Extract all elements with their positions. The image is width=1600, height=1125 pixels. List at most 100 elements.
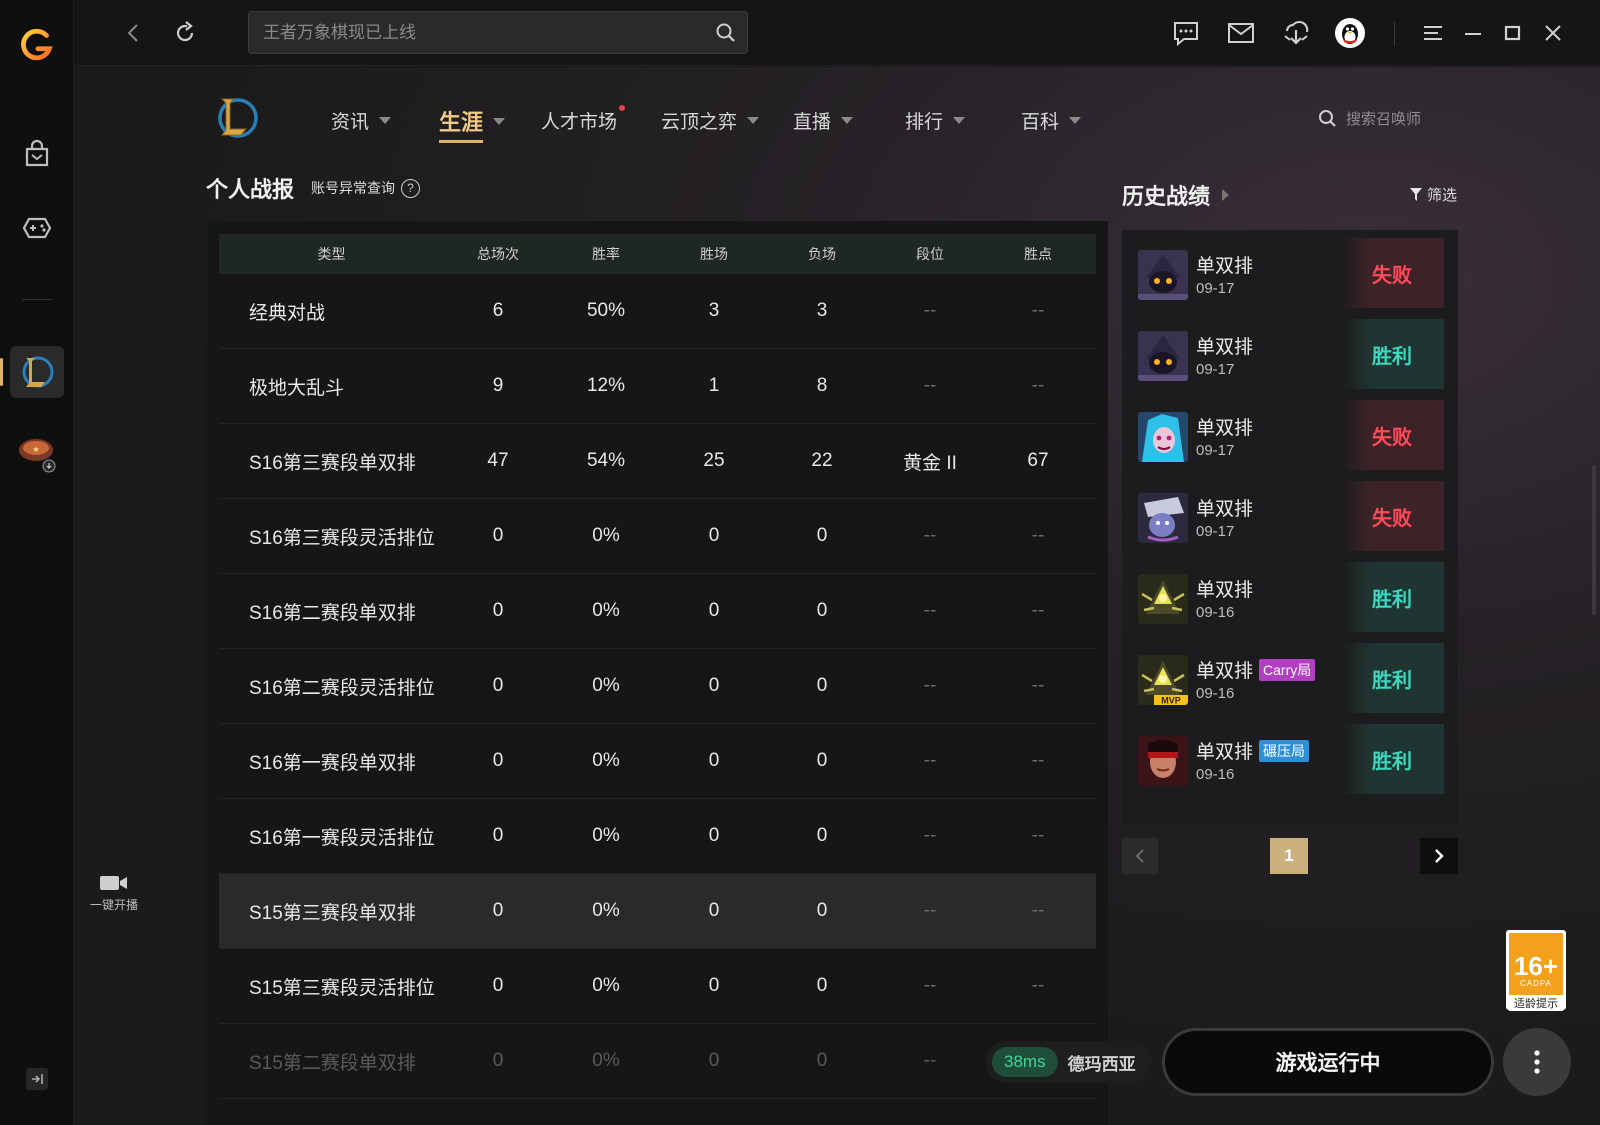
table-cell: 0 <box>708 975 720 996</box>
match-mode-label: 单双排 <box>1196 742 1254 763</box>
table-row[interactable]: S15第三赛段单双排 0 0% 0 0 -- -- <box>219 874 1096 949</box>
match-result: 失败 <box>1340 238 1444 308</box>
stats-title: 个人战报 <box>206 177 295 202</box>
table-cell: 0% <box>592 825 620 846</box>
table-row[interactable]: S15第二赛段单双排00%00---- <box>219 1024 1096 1099</box>
table-cell: 12% <box>586 375 626 396</box>
history-list: 单双排 09-17 失败 单双排 09-17 胜利 单双排 09-17 失败 单双排 09-17 失败… <box>1122 230 1458 823</box>
more-options-button[interactable] <box>1503 1028 1571 1096</box>
table-cell: -- <box>923 300 937 321</box>
tab-ranking[interactable]: 排行 <box>905 107 966 134</box>
close-icon[interactable] <box>1537 17 1569 49</box>
svg-text:★: ★ <box>32 445 39 454</box>
search-box[interactable] <box>248 11 748 54</box>
match-result: 失败 <box>1340 481 1444 551</box>
table-cell: 47 <box>487 450 509 471</box>
table-cell: -- <box>1031 600 1045 621</box>
table-row[interactable]: 极地大乱斗 9 12% 1 8 -- -- <box>219 349 1096 424</box>
match-row[interactable]: 单双排 09-17 失败 <box>1138 238 1444 309</box>
go-live-button[interactable]: 一键开播 <box>86 873 142 913</box>
qq-avatar-icon[interactable] <box>1334 17 1366 49</box>
history-title[interactable]: 历史战绩 <box>1122 179 1230 211</box>
download-icon[interactable] <box>1280 17 1312 49</box>
left-rail: ★ <box>0 0 74 1125</box>
chat-icon[interactable] <box>1170 17 1202 49</box>
scrollbar[interactable] <box>1592 465 1596 615</box>
table-cell: 0 <box>708 525 720 546</box>
table-row[interactable]: S16第一赛段单双排 0 0% 0 0 -- -- <box>219 724 1096 799</box>
tab-label: 资讯 <box>331 112 370 133</box>
tab-tft[interactable]: 云顶之弈 <box>661 107 760 134</box>
tab-career[interactable]: 生涯 <box>439 105 506 143</box>
search-input[interactable] <box>263 12 703 53</box>
table-row[interactable]: S16第一赛段灵活排位 0 0% 0 0 -- -- <box>219 799 1096 874</box>
tab-talent-market[interactable]: 人才市场 <box>541 105 626 134</box>
app-logo-icon[interactable] <box>18 26 56 64</box>
tab-wiki[interactable]: 百科 <box>1021 107 1082 134</box>
match-mode: 单双排 <box>1196 575 1253 602</box>
table-row[interactable]: S16第三赛段单双排 47 54% 25 22 黄金 II 67 <box>219 424 1096 499</box>
table-cell: 0 <box>492 1050 504 1071</box>
minimize-icon[interactable] <box>1457 17 1489 49</box>
table-row[interactable]: 经典对战 6 50% 3 3 -- -- <box>219 274 1096 349</box>
store-icon[interactable] <box>20 137 54 171</box>
filter-button[interactable]: 筛选 <box>1410 184 1457 205</box>
refresh-icon[interactable] <box>172 20 198 46</box>
table-row[interactable]: S15第三赛段灵活排位 0 0% 0 0 -- -- <box>219 949 1096 1024</box>
table-cell: 0 <box>816 600 828 621</box>
summoner-search[interactable]: 搜索召唤师 <box>1318 108 1421 129</box>
match-row[interactable]: 单双排 09-17 胜利 <box>1138 319 1444 390</box>
table-cell: -- <box>1031 975 1045 996</box>
tab-label: 生涯 <box>439 110 484 135</box>
match-row[interactable]: 单双排 09-17 失败 <box>1138 400 1444 471</box>
table-cell: 0% <box>592 1050 620 1071</box>
search-icon[interactable] <box>715 22 737 44</box>
game-library-icon[interactable] <box>20 211 54 245</box>
match-mode-label: 单双排 <box>1196 661 1254 682</box>
page-prev-button[interactable] <box>1122 838 1158 874</box>
table-cell: 0% <box>592 675 620 696</box>
tab-news[interactable]: 资讯 <box>331 107 392 134</box>
table-cell: 0% <box>592 525 620 546</box>
maximize-icon[interactable] <box>1497 17 1529 49</box>
match-row[interactable]: 单双排 09-17 失败 <box>1138 481 1444 552</box>
collapse-rail-icon[interactable] <box>26 1068 48 1090</box>
table-row[interactable]: S16第二赛段灵活排位 0 0% 0 0 -- -- <box>219 649 1096 724</box>
match-row[interactable]: MVP 单双排 Carry局 09-16 胜利 <box>1138 643 1444 714</box>
table-cell: 0 <box>816 750 828 771</box>
menu-icon[interactable] <box>1417 17 1449 49</box>
lol-logo-icon[interactable] <box>212 93 260 141</box>
table-cell: 0 <box>816 825 828 846</box>
page-next-button[interactable] <box>1420 838 1458 874</box>
lol-game-button[interactable] <box>0 346 64 398</box>
game-running-button[interactable]: 游戏运行中 <box>1162 1028 1494 1096</box>
table-row[interactable]: S16第二赛段单双排 0 0% 0 0 -- -- <box>219 574 1096 649</box>
help-icon[interactable]: ? <box>401 178 420 198</box>
tab-label-wrap: 人才市场 <box>541 105 626 134</box>
tab-live[interactable]: 直播 <box>793 107 854 134</box>
second-game-icon[interactable]: ★ <box>16 432 58 474</box>
table-cell: S15第二赛段单双排 <box>249 1052 416 1074</box>
champion-avatar: MVP <box>1138 655 1188 705</box>
back-icon[interactable] <box>120 20 146 46</box>
chevron-down-icon <box>747 117 760 124</box>
match-date: 09-16 <box>1196 766 1235 783</box>
game-nav: 资讯 生涯 人才市场 云顶之弈 直播 排行 百科 搜索召唤师 <box>74 67 1600 167</box>
more-vertical-icon <box>1534 1050 1540 1074</box>
chevron-down-icon <box>379 117 392 124</box>
match-row[interactable]: 单双排 碾压局 09-16 胜利 <box>1138 724 1444 795</box>
page-current[interactable]: 1 <box>1270 838 1308 874</box>
table-cell: 0 <box>816 525 828 546</box>
table-cell: 9 <box>492 375 504 396</box>
match-row[interactable]: 单双排 09-16 胜利 <box>1138 562 1444 633</box>
go-live-label: 一键开播 <box>89 898 138 912</box>
table-row[interactable]: S16第三赛段灵活排位 0 0% 0 0 -- -- <box>219 499 1096 574</box>
champion-avatar <box>1138 250 1188 300</box>
table-cell: 0 <box>816 1050 828 1071</box>
mail-icon[interactable] <box>1225 17 1257 49</box>
server-status[interactable]: 38ms 德玛西亚 <box>986 1041 1152 1083</box>
table-cell: 0 <box>492 975 504 996</box>
app-window: ★ 王者万象棋现已上线 资讯 生涯 人才市场 云顶之弈 直播 排行 百科 搜索召… <box>0 0 1600 1125</box>
account-check-link[interactable]: 账号异常查询 ? <box>311 178 420 198</box>
match-result: 失败 <box>1340 400 1444 470</box>
